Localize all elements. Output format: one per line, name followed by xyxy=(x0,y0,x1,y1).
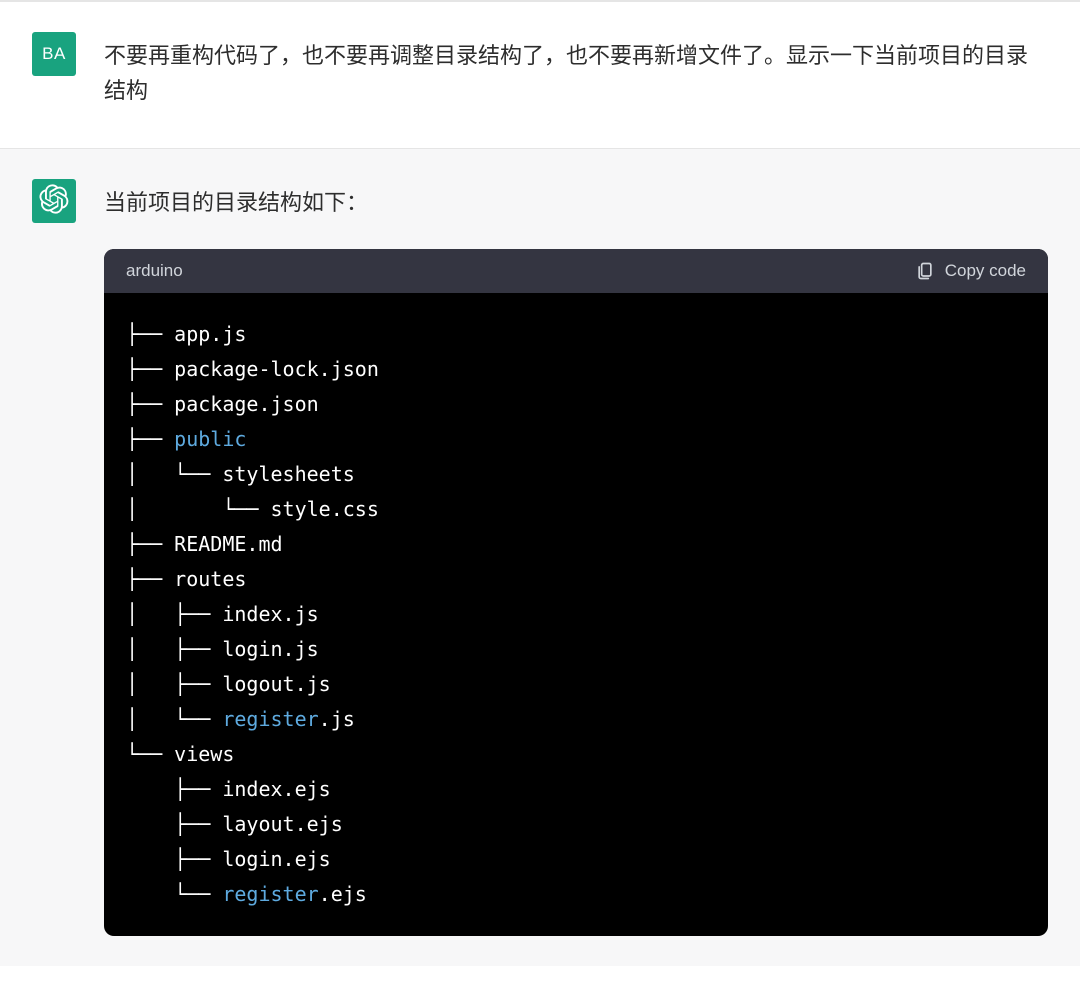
user-avatar: BA xyxy=(32,32,76,76)
assistant-message-content: 当前项目的目录结构如下： arduino Copy code ├── app.j… xyxy=(104,179,1048,935)
assistant-message: 当前项目的目录结构如下： arduino Copy code ├── app.j… xyxy=(0,149,1080,965)
copy-code-button[interactable]: Copy code xyxy=(915,261,1026,281)
user-avatar-text: BA xyxy=(42,44,66,64)
user-message: BA 不要再重构代码了，也不要再调整目录结构了，也不要再新增文件了。显示一下当前… xyxy=(0,2,1080,149)
code-header: arduino Copy code xyxy=(104,249,1048,293)
code-language-label: arduino xyxy=(126,261,183,281)
openai-logo-icon xyxy=(39,184,69,219)
code-body[interactable]: ├── app.js ├── package-lock.json ├── pac… xyxy=(104,293,1048,936)
clipboard-icon xyxy=(915,261,935,281)
assistant-avatar xyxy=(32,179,76,223)
user-message-content: 不要再重构代码了，也不要再调整目录结构了，也不要再新增文件了。显示一下当前项目的… xyxy=(104,32,1048,108)
copy-code-label: Copy code xyxy=(945,261,1026,281)
code-block: arduino Copy code ├── app.js ├── package… xyxy=(104,249,1048,936)
user-message-text: 不要再重构代码了，也不要再调整目录结构了，也不要再新增文件了。显示一下当前项目的… xyxy=(104,38,1048,108)
assistant-intro-text: 当前项目的目录结构如下： xyxy=(104,185,1048,220)
